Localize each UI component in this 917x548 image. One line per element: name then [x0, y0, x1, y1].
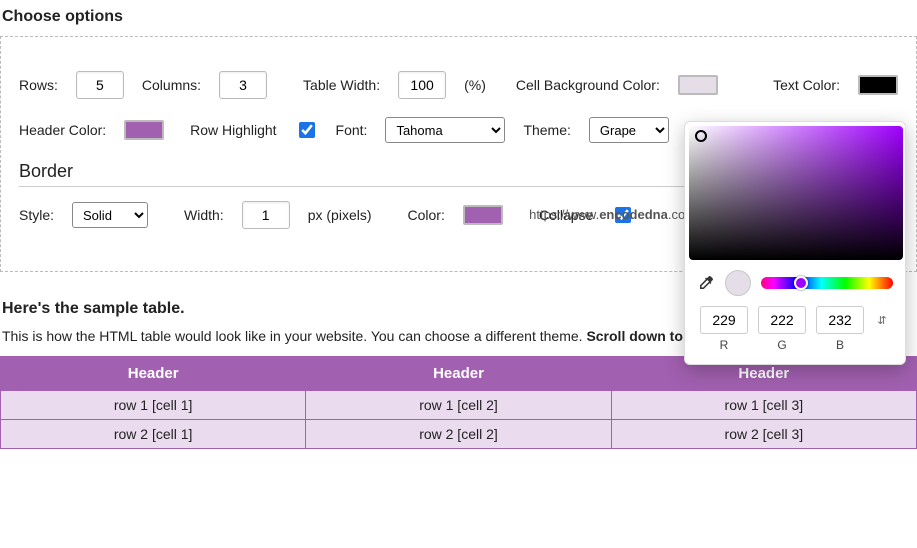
- eyedropper-icon[interactable]: [697, 274, 715, 292]
- rgb-labels: R G B: [689, 334, 901, 356]
- text-color-swatch[interactable]: [858, 75, 898, 95]
- hue-thumb[interactable]: [794, 276, 808, 290]
- preview-table: Header Header Header row 1 [cell 1] row …: [0, 356, 917, 449]
- text-color-label: Text Color:: [773, 77, 840, 93]
- table-cell: row 2 [cell 1]: [1, 420, 306, 449]
- saturation-value-area[interactable]: [689, 126, 903, 260]
- table-cell: row 1 [cell 1]: [1, 391, 306, 420]
- theme-label: Theme:: [523, 122, 570, 138]
- font-select[interactable]: Tahoma: [385, 117, 505, 143]
- b-input[interactable]: [816, 306, 864, 334]
- rows-input[interactable]: [76, 71, 124, 99]
- table-cell: row 1 [cell 2]: [306, 391, 611, 420]
- row-highlight-label: Row Highlight: [190, 122, 276, 138]
- border-style-label: Style:: [19, 207, 54, 223]
- border-color-swatch[interactable]: [463, 205, 503, 225]
- table-header: Header: [1, 357, 306, 391]
- r-input[interactable]: [700, 306, 748, 334]
- theme-select[interactable]: Grape: [589, 117, 669, 143]
- table-row: row 1 [cell 1] row 1 [cell 2] row 1 [cel…: [1, 391, 917, 420]
- border-width-unit: px (pixels): [308, 207, 372, 223]
- table-row: row 2 [cell 1] row 2 [cell 2] row 2 [cel…: [1, 420, 917, 449]
- watermark: https://www.encodedna.com: [529, 207, 696, 222]
- page-title: Choose options: [2, 8, 917, 26]
- color-mode-toggle[interactable]: ⇵: [874, 314, 890, 327]
- table-width-input[interactable]: [398, 71, 446, 99]
- header-color-swatch[interactable]: [124, 120, 164, 140]
- sv-cursor[interactable]: [695, 130, 707, 142]
- table-width-unit: (%): [464, 77, 486, 93]
- table-header: Header: [306, 357, 611, 391]
- options-row-1: Rows: Columns: Table Width: (%) Cell Bac…: [19, 71, 898, 99]
- table-cell: row 2 [cell 3]: [611, 420, 916, 449]
- border-width-input[interactable]: [242, 201, 290, 229]
- header-color-label: Header Color:: [19, 122, 106, 138]
- table-width-label: Table Width:: [303, 77, 380, 93]
- rgb-inputs: ⇵: [689, 302, 901, 334]
- options-panel: Rows: Columns: Table Width: (%) Cell Bac…: [0, 36, 917, 272]
- table-cell: row 1 [cell 3]: [611, 391, 916, 420]
- color-picker[interactable]: ⇵ R G B: [684, 121, 906, 365]
- rows-label: Rows:: [19, 77, 58, 93]
- r-label: R: [700, 338, 748, 352]
- border-width-label: Width:: [184, 207, 224, 223]
- b-label: B: [816, 338, 864, 352]
- row-highlight-checkbox[interactable]: [299, 122, 315, 138]
- g-label: G: [758, 338, 806, 352]
- columns-label: Columns:: [142, 77, 201, 93]
- border-style-select[interactable]: Solid: [72, 202, 148, 228]
- font-label: Font:: [336, 122, 368, 138]
- cell-bg-swatch[interactable]: [678, 75, 718, 95]
- current-color-swatch: [725, 270, 751, 296]
- table-cell: row 2 [cell 2]: [306, 420, 611, 449]
- cell-bg-label: Cell Background Color:: [516, 77, 660, 93]
- border-color-label: Color:: [408, 207, 445, 223]
- hue-slider[interactable]: [761, 277, 893, 289]
- columns-input[interactable]: [219, 71, 267, 99]
- g-input[interactable]: [758, 306, 806, 334]
